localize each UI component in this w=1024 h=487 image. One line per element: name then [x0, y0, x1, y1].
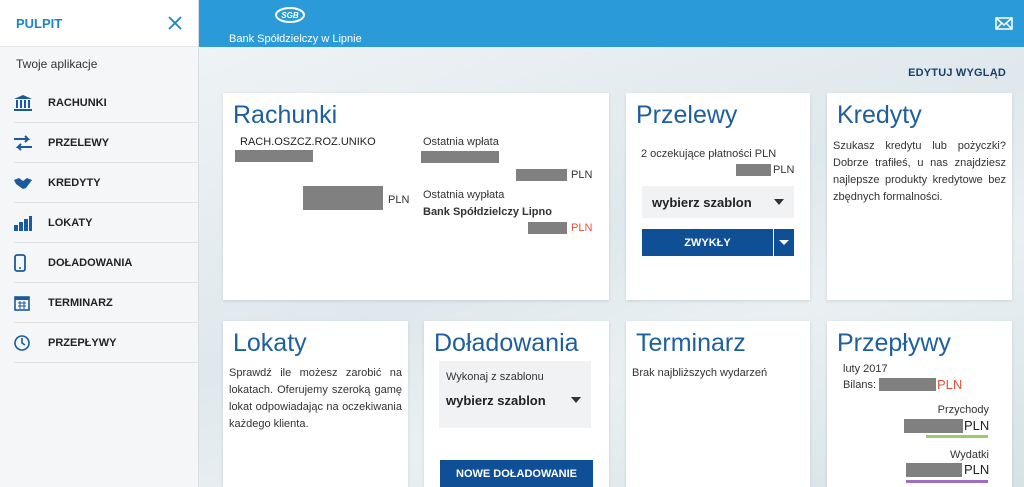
card-lokaty[interactable]: Lokaty Sprawdź ile możesz zarobić na lok… — [223, 321, 408, 487]
button-label: NOWE DOŁADOWANIE — [456, 467, 577, 480]
income-bar — [926, 435, 988, 438]
card-terminarz[interactable]: Terminarz Brak najbliższych wydarzeń — [626, 321, 810, 487]
card-title: Terminarz — [636, 329, 746, 357]
sidebar-header: PULPIT — [0, 0, 198, 47]
balance-currency: PLN — [937, 377, 963, 392]
select-value: wybierz szablon — [446, 392, 546, 408]
last-deposit-label: Ostatnia wpłata — [423, 136, 499, 148]
pending-payments[interactable]: 2 oczekujące płatności PLN — [641, 148, 776, 160]
sidebar-item-doladowania[interactable]: DOŁADOWANIA — [14, 243, 198, 283]
sgb-logo-icon: SGB — [275, 7, 305, 23]
redacted-withdrawal-amount — [528, 222, 567, 234]
sidebar-section-label: Twoje aplikacje — [16, 57, 98, 71]
redacted-balance-value — [879, 378, 936, 391]
calendar-icon — [14, 295, 48, 311]
card-title: Rachunki — [233, 101, 338, 129]
sidebar-item-label: KREDYTY — [48, 176, 101, 189]
redacted-pending-amount — [736, 164, 771, 176]
phone-icon — [14, 253, 48, 272]
select-value: wybierz szablon — [652, 194, 752, 210]
sidebar-item-label: LOKATY — [48, 216, 93, 229]
sidebar-item-przelewy[interactable]: PRZELEWY — [14, 123, 198, 163]
transfer-arrows-icon — [14, 134, 48, 151]
standard-transfer-button[interactable]: ZWYKŁY — [642, 229, 773, 256]
redacted-expenses-value — [906, 463, 962, 477]
close-icon[interactable] — [168, 12, 182, 34]
top-bar: SGB Bank Spółdzielczy w Lipnie — [199, 0, 1024, 47]
edit-layout-link[interactable]: EDYTUJ WYGLĄD — [908, 67, 1006, 79]
sidebar-item-label: PRZEPŁYWY — [48, 336, 117, 349]
deposit-currency: PLN — [571, 169, 593, 181]
brand[interactable]: SGB Bank Spółdzielczy w Lipnie — [229, 6, 362, 45]
sidebar-item-label: PRZELEWY — [48, 136, 110, 149]
topup-template-select[interactable]: wybierz szablon — [439, 385, 591, 415]
sidebar-item-terminarz[interactable]: TERMINARZ — [14, 283, 198, 323]
card-kredyty[interactable]: Kredyty Szukasz kredytu lub pożyczki? Do… — [827, 93, 1012, 300]
expenses-currency: PLN — [964, 462, 990, 477]
redacted-deposit-amount — [516, 169, 567, 181]
clock-icon — [14, 334, 48, 351]
svg-text:SGB: SGB — [281, 11, 299, 20]
withdrawal-currency: PLN — [571, 222, 593, 234]
sidebar: PULPIT Twoje aplikacje RACHUNKI PRZELEWY… — [0, 0, 199, 487]
card-title: Kredyty — [837, 101, 922, 129]
sidebar-item-rachunki[interactable]: RACHUNKI — [14, 83, 198, 123]
card-doladowania[interactable]: Doładowania Wykonaj z szablonu wybierz s… — [424, 321, 609, 487]
sidebar-item-kredyty[interactable]: KREDYTY — [14, 163, 198, 203]
expenses-label: Wydatki — [949, 449, 989, 461]
expenses-bar — [906, 480, 988, 483]
card-przeplywy[interactable]: Przepływy luty 2017 Bilans: PLN Przychod… — [827, 321, 1012, 487]
sidebar-item-label: DOŁADOWANIA — [48, 256, 133, 269]
income-currency: PLN — [964, 418, 990, 433]
card-description: Szukasz kredytu lub pożyczki? Dobrze tra… — [833, 140, 1006, 203]
no-events-text: Brak najbliższych wydarzeń — [632, 367, 768, 379]
template-label: Wykonaj z szablonu — [446, 371, 544, 383]
chevron-down-icon — [779, 240, 789, 245]
coins-icon — [14, 215, 48, 231]
card-title: Doładowania — [434, 329, 579, 357]
last-withdrawal-label: Ostatnia wypłata — [423, 189, 505, 201]
redacted-income-value — [904, 419, 963, 433]
sidebar-item-lokaty[interactable]: LOKATY — [14, 203, 198, 243]
transfer-template-select[interactable]: wybierz szablon — [642, 186, 794, 218]
mail-icon[interactable] — [995, 17, 1013, 35]
button-label: ZWYKŁY — [684, 236, 731, 249]
card-description: Sprawdź ile możesz zarobić na lokatach. … — [229, 367, 402, 430]
new-topup-button[interactable]: NOWE DOŁADOWANIE — [440, 460, 593, 487]
card-title: Przepływy — [837, 329, 951, 357]
sidebar-title[interactable]: PULPIT — [16, 16, 62, 31]
chevron-down-icon — [571, 397, 581, 403]
last-withdrawal-party: Bank Spółdzielczy Lipno — [423, 206, 552, 218]
sidebar-item-label: TERMINARZ — [48, 296, 113, 309]
bank-name: Bank Spółdzielczy w Lipnie — [229, 33, 362, 45]
sidebar-item-przeplywy[interactable]: PRZEPŁYWY — [14, 323, 198, 363]
redacted-deposit-date — [421, 151, 499, 163]
income-label: Przychody — [937, 404, 989, 416]
period-label: luty 2017 — [843, 363, 888, 375]
card-rachunki[interactable]: Rachunki RACH.OSZCZ.ROZ.UNIKO PLN Ostatn… — [223, 93, 609, 300]
account-name[interactable]: RACH.OSZCZ.ROZ.UNIKO — [240, 136, 376, 148]
bank-icon — [14, 94, 48, 111]
handshake-icon — [14, 176, 48, 190]
card-title: Lokaty — [233, 329, 307, 357]
redacted-balance — [303, 186, 383, 210]
pending-currency: PLN — [773, 164, 795, 176]
card-title: Przelewy — [636, 101, 738, 129]
balance-label: Bilans: — [843, 379, 877, 391]
redacted-account-number — [235, 150, 313, 162]
sidebar-item-label: RACHUNKI — [48, 96, 107, 109]
card-przelewy[interactable]: Przelewy 2 oczekujące płatności PLN PLN … — [626, 93, 810, 300]
chevron-down-icon — [774, 199, 784, 205]
transfer-type-dropdown-button[interactable] — [774, 229, 794, 256]
balance-currency: PLN — [388, 194, 410, 206]
